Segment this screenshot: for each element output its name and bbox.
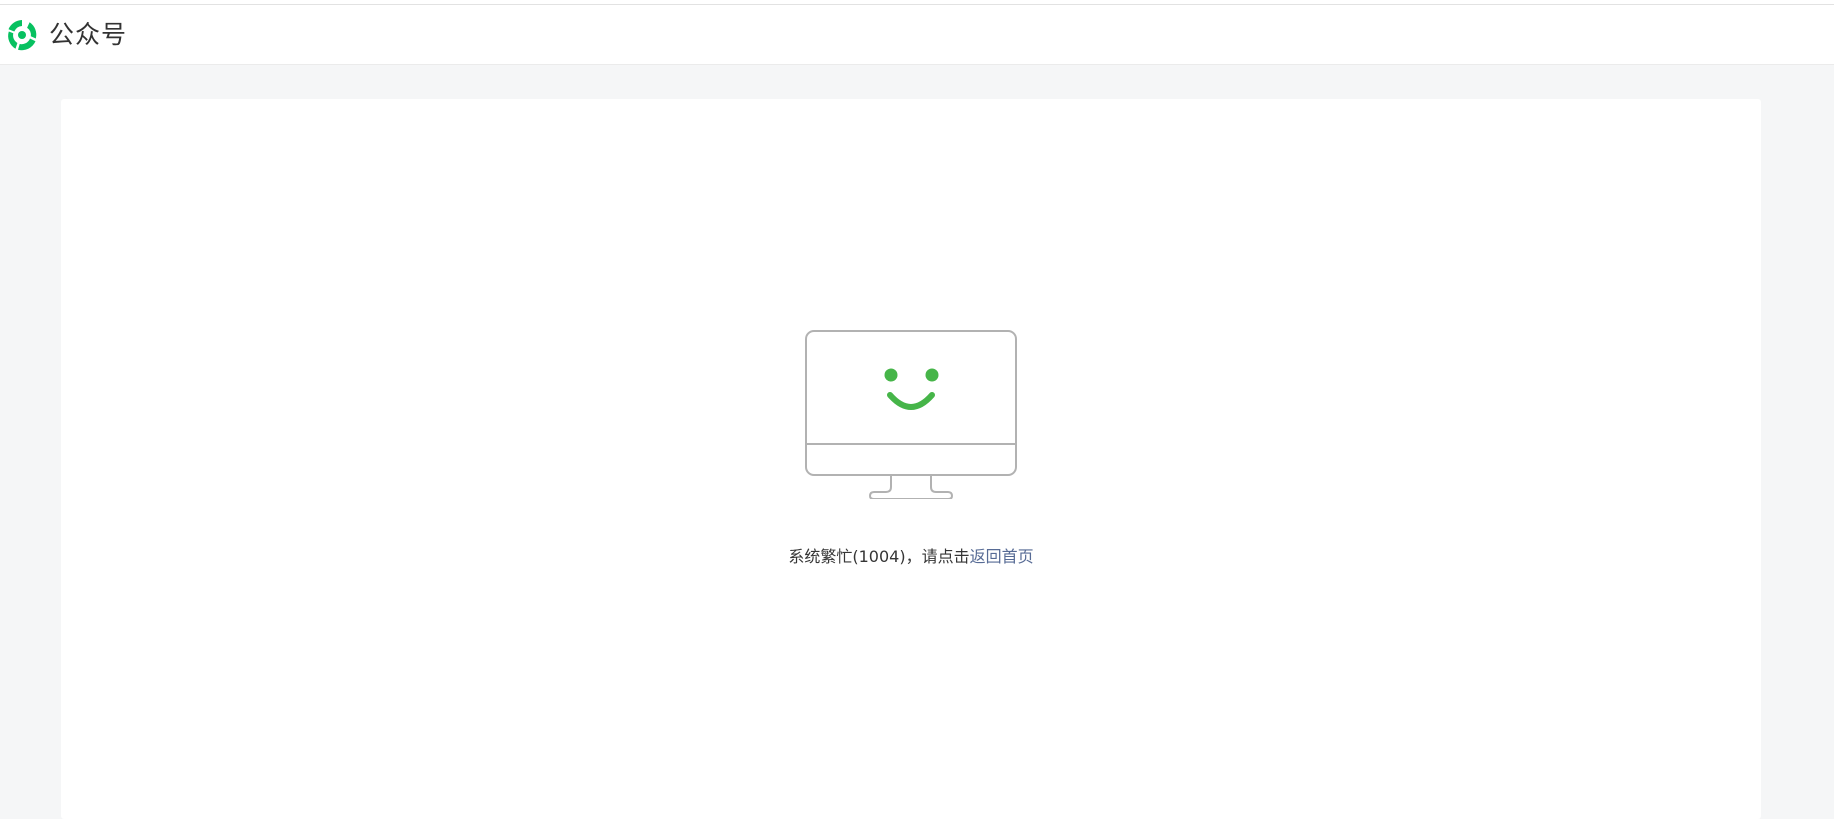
error-message: 系统繁忙(1004)，请点击返回首页 [61,545,1761,569]
brand-name: 公众号 [49,20,128,49]
top-header: 公众号 [0,5,1834,65]
error-message-text: 系统繁忙(1004)，请点击 [788,547,970,566]
return-home-link[interactable]: 返回首页 [970,547,1034,566]
main-content-card: 系统繁忙(1004)，请点击返回首页 [61,99,1761,819]
brand-home-link[interactable]: 公众号 [4,17,127,53]
smiling-monitor-icon [805,330,1017,499]
wechat-official-account-logo-icon [8,20,37,51]
